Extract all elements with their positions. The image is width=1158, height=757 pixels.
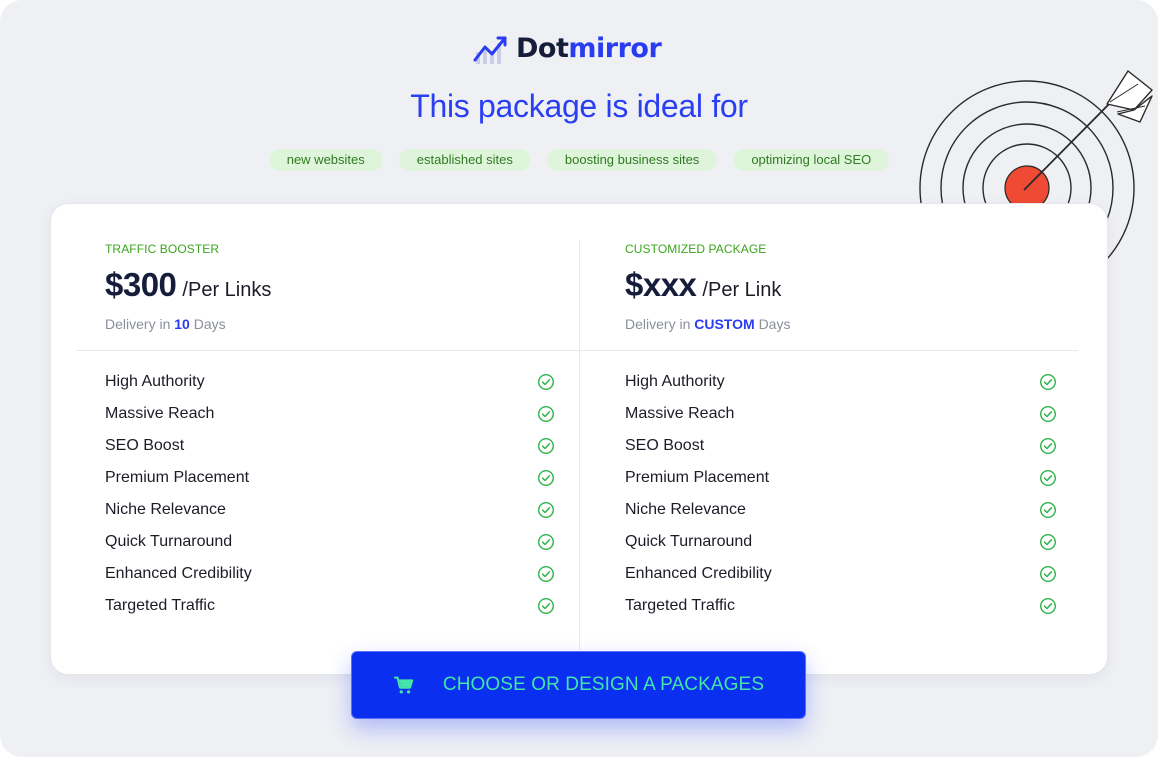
delivery-prefix: Delivery in xyxy=(105,316,171,332)
feature-label: Quick Turnaround xyxy=(625,533,753,550)
delivery-info: Delivery in 10 Days xyxy=(105,316,271,332)
tag-new-websites: new websites xyxy=(268,149,383,171)
column-divider xyxy=(579,240,580,650)
check-circle-icon xyxy=(537,405,555,423)
tag-established-sites: established sites xyxy=(398,149,531,171)
cta-label: CHOOSE OR DESIGN A PACKAGES xyxy=(442,674,765,695)
check-circle-icon xyxy=(1039,565,1057,583)
brand-logo[interactable]: Dotmirror xyxy=(472,28,662,68)
check-circle-icon xyxy=(537,373,555,391)
delivery-prefix: Delivery in xyxy=(625,316,691,332)
feature-list-customized: High Authority Massive Reach SEO Boost Prem… xyxy=(625,366,1057,622)
feature-label: Targeted Traffic xyxy=(105,597,215,614)
feature-item: Enhanced Credibility xyxy=(105,558,555,590)
price-unit: /Per Links xyxy=(182,279,272,301)
check-circle-icon xyxy=(1039,405,1057,423)
feature-item: Quick Turnaround xyxy=(105,526,555,558)
cart-icon xyxy=(393,676,414,694)
feature-label: Targeted Traffic xyxy=(625,597,735,614)
tag-boosting-business-sites: boosting business sites xyxy=(546,149,718,171)
brand-name: Dotmirror xyxy=(516,32,662,64)
price-row: $300 /Per Links xyxy=(105,266,271,304)
delivery-suffix: Days xyxy=(758,316,791,332)
check-circle-icon xyxy=(1039,597,1057,615)
feature-item: SEO Boost xyxy=(625,430,1057,462)
feature-item: High Authority xyxy=(625,366,1057,398)
package-customized: CUSTOMIZED PACKAGE $xxx /Per Link Delive… xyxy=(625,242,790,332)
feature-label: Enhanced Credibility xyxy=(105,565,252,582)
check-circle-icon xyxy=(1039,501,1057,519)
choose-package-button[interactable]: CHOOSE OR DESIGN A PACKAGES xyxy=(351,651,806,719)
feature-label: Premium Placement xyxy=(105,469,250,486)
feature-item: High Authority xyxy=(105,366,555,398)
feature-label: High Authority xyxy=(625,373,725,390)
feature-item: Massive Reach xyxy=(105,398,555,430)
feature-item: Massive Reach xyxy=(625,398,1057,430)
feature-label: Premium Placement xyxy=(625,469,770,486)
check-circle-icon xyxy=(1039,437,1057,455)
brand-name-part1: Dot xyxy=(516,32,569,64)
feature-label: Massive Reach xyxy=(105,405,215,422)
feature-label: SEO Boost xyxy=(105,437,185,454)
check-circle-icon xyxy=(537,437,555,455)
feature-label: Massive Reach xyxy=(625,405,735,422)
price-row: $xxx /Per Link xyxy=(625,266,790,304)
price-unit: /Per Link xyxy=(702,279,782,301)
check-circle-icon xyxy=(537,501,555,519)
feature-item: Premium Placement xyxy=(625,462,1057,494)
package-label: TRAFFIC BOOSTER xyxy=(105,242,220,256)
check-circle-icon xyxy=(1039,373,1057,391)
feature-label: High Authority xyxy=(105,373,205,390)
check-circle-icon xyxy=(1039,469,1057,487)
check-circle-icon xyxy=(537,597,555,615)
feature-item: Quick Turnaround xyxy=(625,526,1057,558)
check-circle-icon xyxy=(1039,533,1057,551)
feature-label: SEO Boost xyxy=(625,437,705,454)
tag-optimizing-local-seo: optimizing local SEO xyxy=(733,149,890,171)
package-label: CUSTOMIZED PACKAGE xyxy=(625,242,767,256)
feature-label: Niche Relevance xyxy=(625,501,746,518)
pricing-card: TRAFFIC BOOSTER $300 /Per Links Delivery… xyxy=(50,203,1108,675)
delivery-value: CUSTOM xyxy=(694,316,755,332)
page-frame: Dotmirror This package is ideal for new … xyxy=(0,0,1158,757)
feature-item: Targeted Traffic xyxy=(625,590,1057,622)
feature-item: SEO Boost xyxy=(105,430,555,462)
feature-item: Niche Relevance xyxy=(105,494,555,526)
package-traffic-booster: TRAFFIC BOOSTER $300 /Per Links Delivery… xyxy=(105,242,271,332)
check-circle-icon xyxy=(537,469,555,487)
feature-label: Enhanced Credibility xyxy=(625,565,772,582)
check-circle-icon xyxy=(537,533,555,551)
feature-label: Niche Relevance xyxy=(105,501,226,518)
package-price: $300 xyxy=(105,266,177,303)
feature-item: Targeted Traffic xyxy=(105,590,555,622)
feature-item: Niche Relevance xyxy=(625,494,1057,526)
feature-item: Premium Placement xyxy=(105,462,555,494)
feature-label: Quick Turnaround xyxy=(105,533,233,550)
trend-chart-logo-icon xyxy=(473,36,507,64)
delivery-info: Delivery in CUSTOM Days xyxy=(625,316,790,332)
package-price: $xxx xyxy=(625,266,697,303)
delivery-value: 10 xyxy=(174,316,190,332)
check-circle-icon xyxy=(537,565,555,583)
header-divider xyxy=(76,350,1078,351)
delivery-suffix: Days xyxy=(193,316,226,332)
feature-list-traffic-booster: High Authority Massive Reach SEO Boost Prem… xyxy=(105,366,555,622)
feature-item: Enhanced Credibility xyxy=(625,558,1057,590)
brand-name-part2: mirror xyxy=(568,32,662,64)
